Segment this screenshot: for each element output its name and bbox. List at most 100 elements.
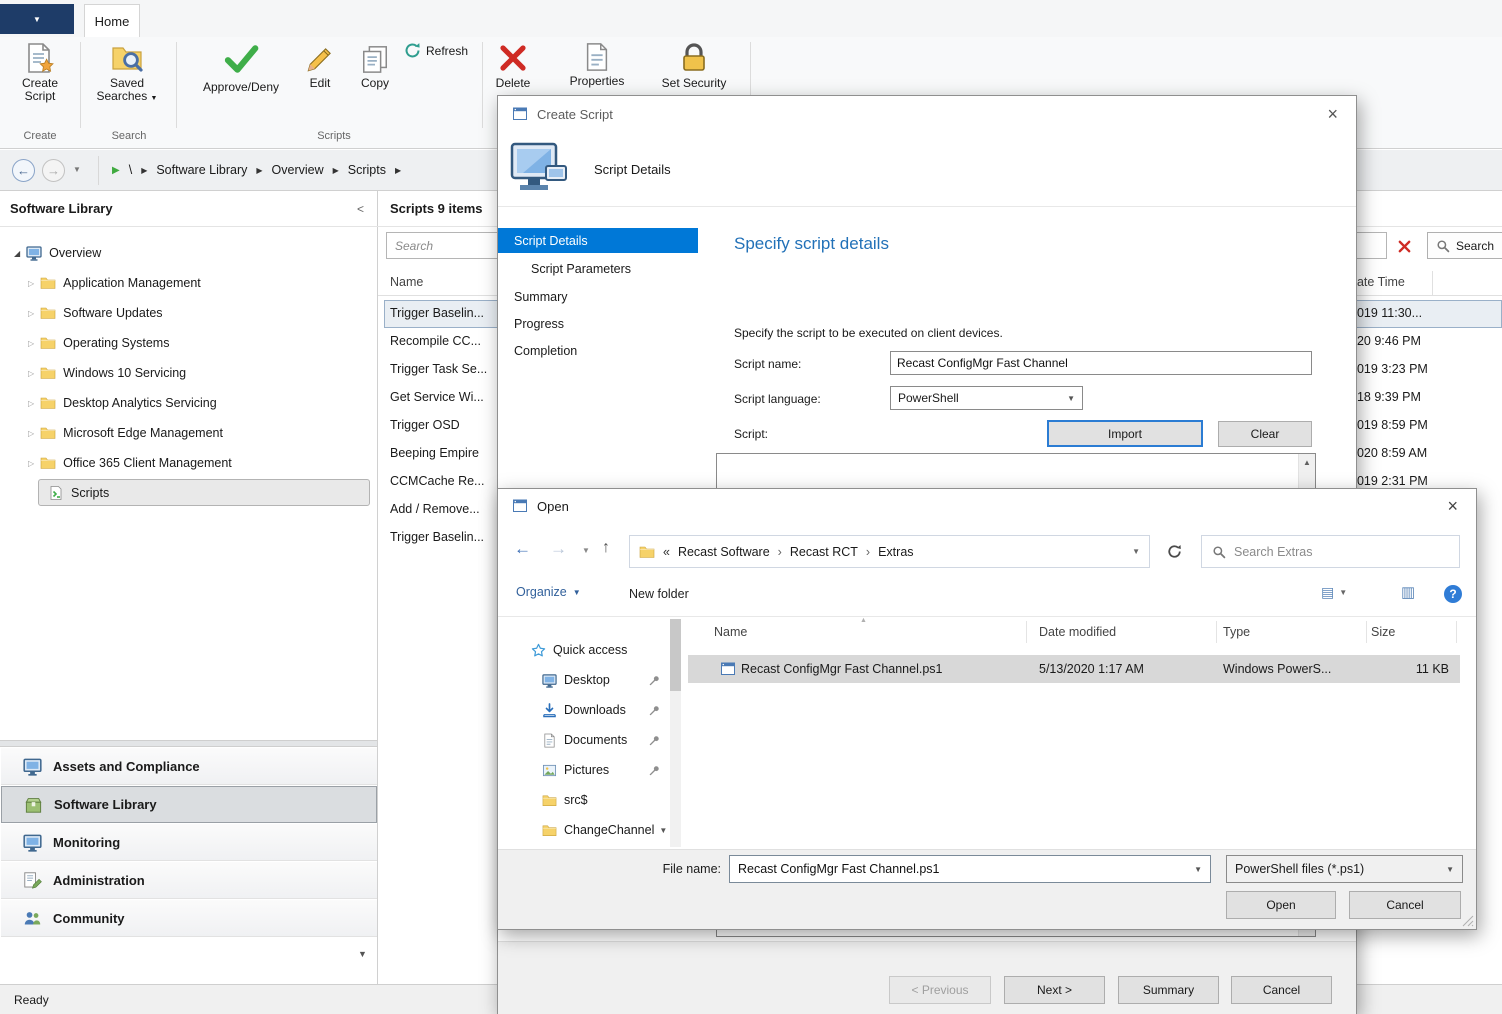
- summary-button[interactable]: Summary: [1118, 976, 1219, 1004]
- wizard-step-progress[interactable]: Progress: [498, 311, 698, 336]
- column-name[interactable]: Name: [714, 625, 747, 639]
- app-menu-button[interactable]: ▼: [0, 4, 74, 34]
- organize-menu[interactable]: Organize ▼: [516, 585, 581, 599]
- nav-software-library[interactable]: Software Library: [1, 786, 377, 823]
- address-overflow-chevrons[interactable]: «: [663, 545, 670, 559]
- place-downloads[interactable]: Downloads: [498, 695, 668, 725]
- file-row[interactable]: Recast ConfigMgr Fast Channel.ps1 5/13/2…: [688, 655, 1460, 683]
- collapsed-icon[interactable]: ▷: [28, 429, 34, 438]
- nav-assets-and-compliance[interactable]: Assets and Compliance: [1, 748, 377, 785]
- close-icon[interactable]: ×: [1327, 105, 1338, 123]
- column-update-time[interactable]: date Time: [1350, 275, 1405, 289]
- collapsed-icon[interactable]: ▷: [28, 339, 34, 348]
- breadcrumb-item-software-library[interactable]: Software Library: [156, 163, 247, 177]
- column-type[interactable]: Type: [1223, 625, 1250, 639]
- tree-item-application-management[interactable]: ▷ Application Management: [0, 268, 377, 298]
- scrollbar-thumb[interactable]: [670, 619, 681, 691]
- history-dropdown-icon[interactable]: ▼: [73, 165, 81, 174]
- cancel-button[interactable]: Cancel: [1349, 891, 1461, 919]
- collapsed-icon[interactable]: ▷: [28, 309, 34, 318]
- place-documents[interactable]: Documents: [498, 725, 668, 755]
- search-extras-input[interactable]: [1234, 545, 1449, 559]
- open-button[interactable]: Open: [1226, 891, 1336, 919]
- copy-button[interactable]: Copy: [350, 44, 400, 90]
- resize-grip[interactable]: [1462, 915, 1474, 927]
- address-item-recast-software[interactable]: Recast Software: [678, 545, 770, 559]
- up-button[interactable]: ↑: [602, 539, 610, 557]
- back-button[interactable]: ←: [12, 159, 35, 182]
- preview-pane-icon[interactable]: ▥: [1401, 583, 1415, 601]
- nav-community[interactable]: Community: [1, 900, 377, 937]
- dialog-titlebar[interactable]: Create Script ×: [498, 96, 1356, 132]
- approve-deny-button[interactable]: Approve/Deny: [194, 40, 288, 94]
- chevron-down-icon[interactable]: ▼: [1132, 547, 1140, 556]
- place-desktop[interactable]: Desktop: [498, 665, 668, 695]
- expanded-icon[interactable]: ◢: [14, 249, 20, 258]
- clear-button[interactable]: Clear: [1218, 421, 1312, 447]
- file-name-combo[interactable]: ▼: [729, 855, 1211, 883]
- column-date-modified[interactable]: Date modified: [1039, 625, 1116, 639]
- create-script-button[interactable]: Create Script: [8, 42, 72, 103]
- tree-item-microsoft-edge-management[interactable]: ▷ Microsoft Edge Management: [0, 418, 377, 448]
- properties-button[interactable]: Properties: [566, 42, 628, 88]
- chevron-down-icon[interactable]: ▼: [1194, 865, 1202, 874]
- wizard-step-completion[interactable]: Completion: [498, 338, 698, 363]
- pane-splitter[interactable]: [0, 740, 377, 747]
- address-bar[interactable]: « Recast Software › Recast RCT › Extras …: [629, 535, 1150, 568]
- tree-item-desktop-analytics-servicing[interactable]: ▷ Desktop Analytics Servicing: [0, 388, 377, 418]
- nav-monitoring[interactable]: Monitoring: [1, 824, 377, 861]
- tree-item-scripts[interactable]: Scripts: [0, 478, 377, 508]
- place-changechannel[interactable]: ChangeChannel ▼: [498, 815, 668, 845]
- search-button[interactable]: Search: [1427, 232, 1502, 259]
- file-name-input[interactable]: [730, 862, 1194, 876]
- delete-button[interactable]: Delete: [486, 42, 540, 90]
- wizard-step-summary[interactable]: Summary: [498, 284, 698, 309]
- address-item-extras[interactable]: Extras: [878, 545, 913, 559]
- breadcrumb-item-scripts[interactable]: Scripts: [348, 163, 386, 177]
- collapsed-icon[interactable]: ▷: [28, 459, 34, 468]
- dialog-titlebar[interactable]: Open ×: [498, 489, 1476, 523]
- breadcrumb-root[interactable]: \: [129, 163, 132, 177]
- address-item-recast-rct[interactable]: Recast RCT: [790, 545, 858, 559]
- edit-button[interactable]: Edit: [296, 44, 344, 90]
- tree-item-software-updates[interactable]: ▷ Software Updates: [0, 298, 377, 328]
- saved-searches-button[interactable]: Saved Searches ▼: [92, 42, 162, 105]
- import-button[interactable]: Import: [1047, 420, 1203, 447]
- wizard-step-script-details[interactable]: Script Details: [498, 228, 698, 253]
- collapsed-icon[interactable]: ▷: [28, 369, 34, 378]
- recent-locations-icon[interactable]: ▼: [582, 546, 590, 555]
- collapsed-icon[interactable]: ▷: [28, 399, 34, 408]
- collapsed-icon[interactable]: ▷: [28, 279, 34, 288]
- close-icon[interactable]: ×: [1447, 497, 1458, 515]
- scrollbar[interactable]: [670, 619, 681, 847]
- scroll-up-icon[interactable]: ▲: [1299, 454, 1315, 471]
- collapse-pane-icon[interactable]: <: [357, 202, 364, 216]
- tree-item-operating-systems[interactable]: ▷ Operating Systems: [0, 328, 377, 358]
- set-security-button[interactable]: Set Security: [654, 42, 734, 90]
- tab-home[interactable]: Home: [84, 4, 140, 37]
- refresh-button[interactable]: [1156, 535, 1192, 568]
- nav-pane-options-icon[interactable]: ▼: [358, 949, 367, 959]
- nav-administration[interactable]: Administration: [1, 862, 377, 899]
- tree-item-windows-10-servicing[interactable]: ▷ Windows 10 Servicing: [0, 358, 377, 388]
- forward-button[interactable]: →: [42, 159, 65, 182]
- file-type-select[interactable]: PowerShell files (*.ps1) ▼: [1226, 855, 1463, 883]
- previous-button[interactable]: < Previous: [889, 976, 991, 1004]
- place-pictures[interactable]: Pictures: [498, 755, 668, 785]
- clear-search-button[interactable]: [1392, 234, 1416, 258]
- back-button[interactable]: ←: [514, 539, 531, 559]
- place-quick-access[interactable]: Quick access: [498, 635, 668, 665]
- help-icon[interactable]: ?: [1444, 585, 1462, 603]
- tree-item-office-365-client-management[interactable]: ▷ Office 365 Client Management: [0, 448, 377, 478]
- script-language-select[interactable]: PowerShell ▼: [890, 386, 1083, 410]
- wizard-step-script-parameters[interactable]: Script Parameters: [498, 256, 698, 281]
- column-name[interactable]: Name: [390, 275, 423, 289]
- view-selector[interactable]: ▤ ▼: [1321, 584, 1347, 601]
- forward-button[interactable]: →: [550, 539, 567, 559]
- script-name-input[interactable]: [890, 351, 1312, 375]
- refresh-button[interactable]: Refresh: [404, 42, 468, 59]
- new-folder-button[interactable]: New folder: [629, 587, 689, 601]
- chevron-down-icon[interactable]: ▼: [659, 826, 667, 835]
- cancel-button[interactable]: Cancel: [1231, 976, 1332, 1004]
- next-button[interactable]: Next >: [1004, 976, 1105, 1004]
